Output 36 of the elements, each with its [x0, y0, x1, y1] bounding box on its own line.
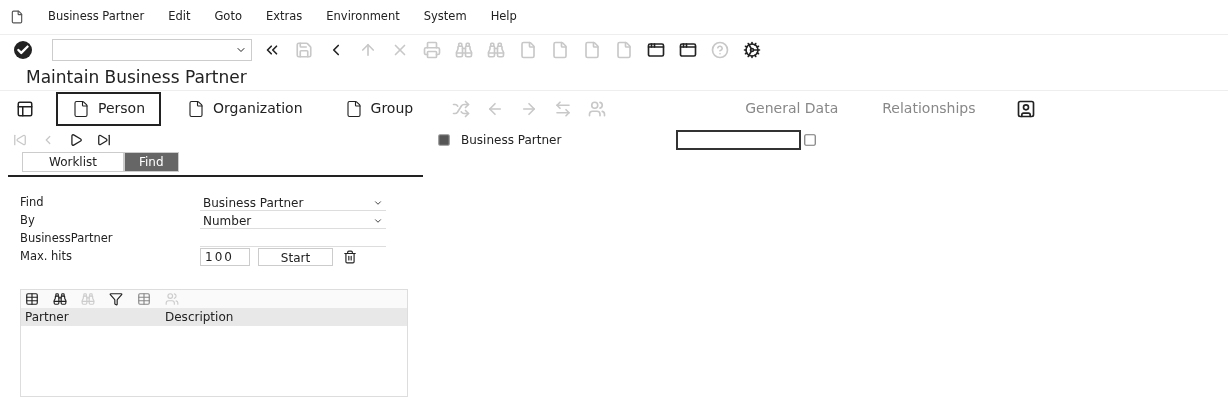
start-button[interactable]: Start [258, 248, 333, 266]
trash-icon[interactable] [343, 250, 357, 264]
panel-icon[interactable] [16, 99, 34, 118]
column-header[interactable]: Partner [21, 308, 161, 326]
screen-title: Maintain Business Partner [25, 66, 248, 89]
menu-item[interactable]: Extras [265, 8, 303, 26]
locator-tab[interactable]: Worklist [22, 152, 124, 172]
page-icon [187, 99, 206, 118]
page-icon [72, 99, 90, 118]
menu-item[interactable]: Business Partner [48, 8, 145, 26]
locator-tab[interactable]: Find [124, 152, 179, 172]
field-label: By [20, 212, 36, 230]
command-field[interactable] [52, 38, 252, 61]
person-card-icon[interactable] [1015, 98, 1036, 119]
business-partner-field[interactable] [676, 130, 801, 150]
enter-icon[interactable] [14, 40, 32, 59]
create-button[interactable]: Group [328, 91, 430, 126]
create-button[interactable]: Organization [171, 91, 319, 126]
filter-icon[interactable] [109, 292, 123, 306]
field-label: Find [20, 194, 45, 212]
field-label: Max. hits [20, 248, 74, 266]
menu-item[interactable]: Help [490, 8, 517, 26]
dropdown-field[interactable]: Number [200, 213, 386, 229]
detail-label: Business Partner [461, 132, 563, 149]
create-button[interactable]: Person [56, 91, 162, 126]
people-icon[interactable] [165, 292, 179, 306]
menu-item[interactable]: Goto [214, 8, 242, 26]
menu-item[interactable]: Environment [326, 8, 400, 26]
page-icon [344, 99, 363, 118]
input-field[interactable]: 100 [200, 248, 250, 266]
binoculars-icon[interactable] [53, 292, 67, 306]
dropdown-field[interactable]: Business Partner [200, 195, 386, 211]
menu-item[interactable]: System [423, 8, 467, 26]
field-label: BusinessPartner [20, 230, 114, 248]
menu-item[interactable]: Edit [168, 8, 191, 26]
column-header[interactable]: Description [161, 308, 238, 326]
